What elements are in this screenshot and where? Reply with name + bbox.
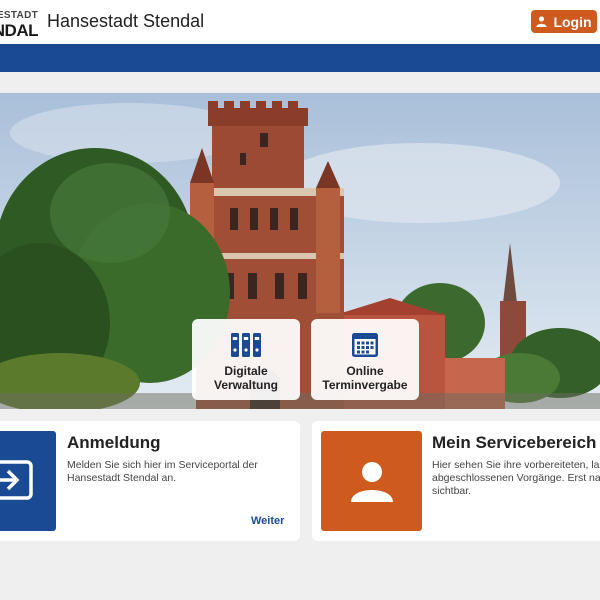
logo-line1: ESTADT: [0, 10, 38, 21]
tile-online-terminvergabe[interactable]: Online Terminvergabe: [311, 319, 419, 400]
login-label: Login: [553, 13, 592, 30]
card-icon-box: [0, 431, 56, 531]
card-mein-servicebereich[interactable]: Mein Servicebereich Hier sehen Sie ihre …: [312, 421, 600, 541]
login-button[interactable]: Login: [531, 10, 597, 33]
tile-label: Online Terminvergabe: [322, 364, 408, 392]
card-text: Melden Sie sich hier im Serviceportal de…: [67, 459, 258, 484]
login-arrow-icon: [0, 460, 33, 500]
city-logo[interactable]: ESTADT NDAL: [0, 8, 39, 40]
card-title: Anmeldung: [67, 433, 161, 452]
logo-line2: NDAL: [0, 21, 39, 40]
tile-digitale-verwaltung[interactable]: Digitale Verwaltung: [192, 319, 300, 400]
site-header: ESTADT NDAL Hansestadt Stendal Login: [0, 0, 600, 44]
card-text: Hier sehen Sie ihre vorbereiteten, laufe…: [432, 459, 600, 497]
user-icon: [350, 462, 393, 502]
card-anmeldung[interactable]: Anmeldung Melden Sie sich hier im Servic…: [0, 421, 300, 541]
user-icon: [536, 16, 547, 27]
calendar-icon: [352, 333, 378, 357]
card-title: Mein Servicebereich: [432, 433, 597, 452]
hero-image: [0, 93, 600, 409]
town-gate-photo: [0, 93, 600, 409]
nav-bar: [0, 44, 600, 72]
site-title: Hansestadt Stendal: [47, 11, 205, 31]
tile-label: Digitale Verwaltung: [213, 364, 278, 392]
card-icon-box: [321, 431, 422, 531]
binders-icon: [231, 333, 261, 357]
weiter-link[interactable]: Weiter: [251, 515, 284, 527]
